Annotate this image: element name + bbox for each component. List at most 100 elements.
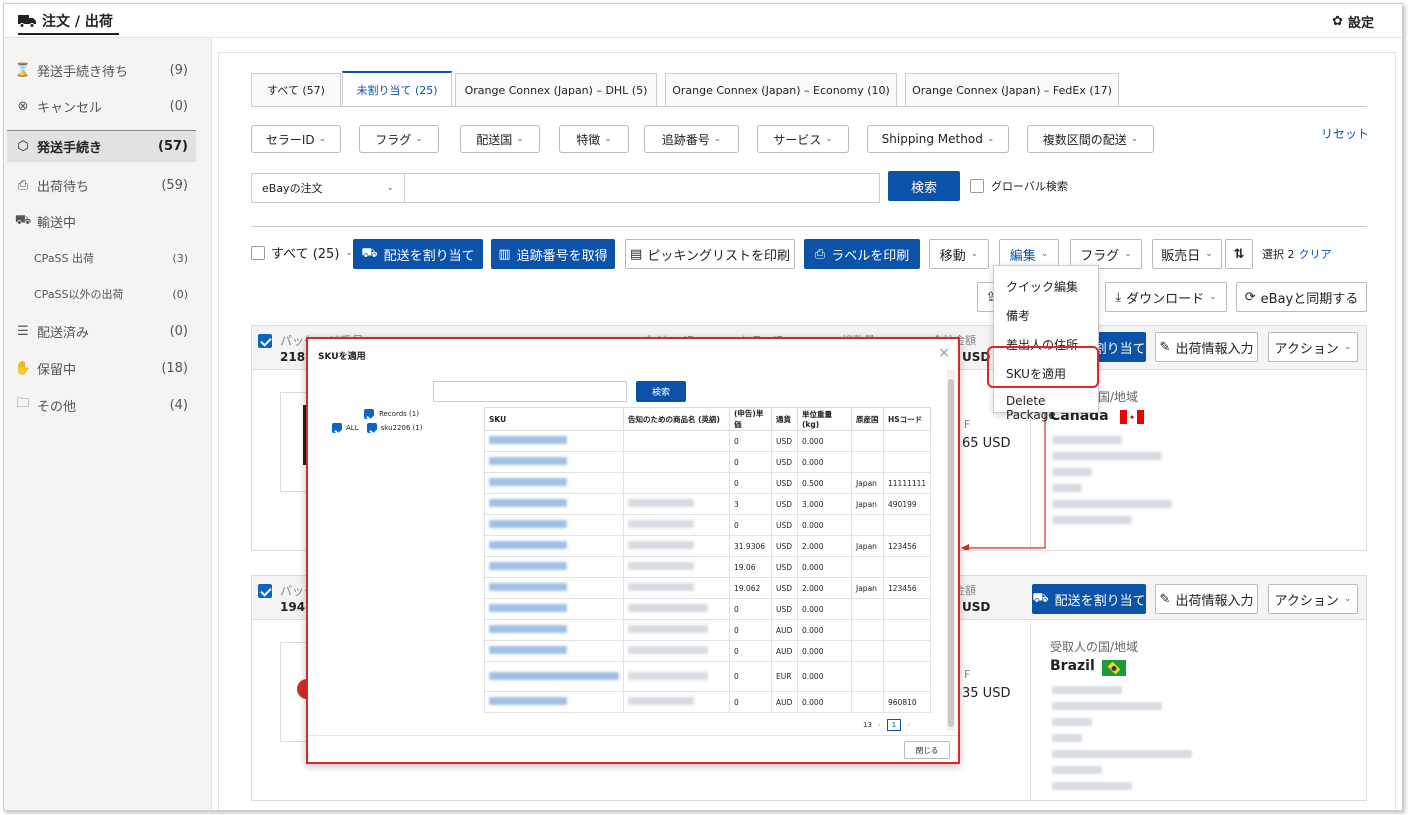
tab-all[interactable]: すべて (57) xyxy=(251,73,341,106)
get-tracking-button[interactable]: ▥ 追跡番号を取得 xyxy=(491,239,615,269)
prev-page-icon[interactable]: ‹ xyxy=(878,721,881,729)
sidebar-item-cpass[interactable]: CPaSS 出荷 (3) xyxy=(34,245,196,271)
scrollbar[interactable] xyxy=(947,369,955,731)
menu-item-notes[interactable]: 備考 xyxy=(1006,307,1030,324)
close-button[interactable]: 閉じる xyxy=(904,741,950,759)
filter-country[interactable]: 配送国 ⌄ xyxy=(460,125,540,153)
sku-cell[interactable] xyxy=(484,691,624,713)
close-icon[interactable]: × xyxy=(938,345,950,361)
redacted-sku[interactable] xyxy=(489,562,567,570)
download-dropdown[interactable]: ⤓ ダウンロード ⌄ xyxy=(1105,282,1227,312)
reset-link[interactable]: リセット xyxy=(1321,125,1369,142)
filter-tracking[interactable]: 追跡番号 ⌄ xyxy=(644,125,739,153)
search-type-select[interactable]: eBayの注文 ⌄ xyxy=(251,173,405,203)
table-row[interactable]: 19.06 USD 0.000 xyxy=(484,556,932,578)
shipping-info-button[interactable]: ✎ 出荷情報入力 xyxy=(1155,584,1258,614)
page-number[interactable]: 1 xyxy=(886,719,902,731)
redacted-sku[interactable] xyxy=(489,646,567,654)
sidebar-item-cancel[interactable]: ⊗ キャンセル (0) xyxy=(7,91,196,121)
sku-cell[interactable] xyxy=(484,577,624,599)
sku-cell[interactable] xyxy=(484,514,624,536)
table-row[interactable]: 3 USD 3.000 Japan 490199 xyxy=(484,493,932,515)
sku-cell[interactable] xyxy=(484,430,624,452)
scrollbar-thumb[interactable] xyxy=(948,379,954,727)
print-picking-button[interactable]: ▤ ピッキングリストを印刷 xyxy=(625,239,795,269)
table-row[interactable]: 0 AUD 0.000 960810 xyxy=(484,691,932,713)
search-input[interactable] xyxy=(404,173,880,203)
sku-cell[interactable] xyxy=(484,661,624,692)
table-row[interactable]: 31.9306 USD 2.000 Japan 123456 xyxy=(484,535,932,557)
global-search-checkbox[interactable]: グローバル検索 xyxy=(970,178,1068,194)
redacted-sku[interactable] xyxy=(489,478,567,486)
sku-cell[interactable] xyxy=(484,493,624,515)
sidebar-item-noncpass[interactable]: CPaSS以外の出荷 (0) xyxy=(34,281,196,307)
table-row[interactable]: 0 AUD 0.000 xyxy=(484,640,932,662)
tab-dhl[interactable]: Orange Connex (Japan) – DHL (5) xyxy=(455,73,657,106)
redacted-sku[interactable] xyxy=(489,457,567,465)
table-row[interactable]: 0 USD 0.000 xyxy=(484,514,932,536)
checkbox[interactable] xyxy=(970,179,984,193)
redacted-sku[interactable] xyxy=(489,671,619,680)
sku-cell[interactable] xyxy=(484,556,624,578)
settings-button[interactable]: ✿ 設定 xyxy=(1332,12,1374,31)
clear-link[interactable]: クリア xyxy=(1299,246,1332,262)
search-button[interactable]: 検索 xyxy=(888,171,960,201)
tree-records[interactable]: Records (1) xyxy=(364,409,419,419)
table-row[interactable]: 0 USD 0.000 xyxy=(484,430,932,452)
table-row[interactable]: 0 USD 0.000 xyxy=(484,598,932,620)
filter-service[interactable]: サービス ⌄ xyxy=(757,125,849,153)
filter-flag[interactable]: フラグ ⌄ xyxy=(359,125,439,153)
tree-checkbox[interactable] xyxy=(366,423,377,433)
sku-cell[interactable] xyxy=(484,535,624,557)
filter-multileg[interactable]: 複数区間の配送 ⌄ xyxy=(1027,125,1154,153)
filter-seller[interactable]: セラーID ⌄ xyxy=(251,125,341,153)
sale-date-dropdown[interactable]: 販売日 ⌄ xyxy=(1152,239,1222,269)
sidebar-item-processing[interactable]: ⬡ 発送手続き (57) xyxy=(7,130,196,162)
sku-cell[interactable] xyxy=(484,619,624,641)
action-dropdown[interactable]: アクション ⌄ xyxy=(1268,584,1358,614)
sidebar-item-hold[interactable]: ✋ 保留中 (18) xyxy=(7,353,196,383)
sku-cell[interactable] xyxy=(484,640,624,662)
chevron-down-icon[interactable]: ⌄ xyxy=(345,248,353,258)
assign-shipping-button[interactable]: ⛟ 配送を割り当て xyxy=(353,239,483,269)
assign-shipping-button[interactable]: ⛟ 配送を割り当て xyxy=(1032,584,1146,614)
select-all-checkbox[interactable] xyxy=(251,245,265,260)
filter-feature[interactable]: 特徴 ⌄ xyxy=(559,125,629,153)
package-checkbox[interactable] xyxy=(258,334,272,348)
shipping-info-button[interactable]: ✎ 出荷情報入力 xyxy=(1155,332,1258,362)
sidebar-item-other[interactable]: 🗀 その他 (4) xyxy=(7,390,196,420)
menu-item-quick-edit[interactable]: クイック編集 xyxy=(1006,278,1078,295)
tree-checkbox[interactable] xyxy=(364,409,374,419)
redacted-sku[interactable] xyxy=(489,697,567,705)
redacted-sku[interactable] xyxy=(489,436,567,444)
page-title[interactable]: 注文 / 出荷 xyxy=(18,9,119,35)
table-row[interactable]: 0 USD 0.500 Japan 11111111 xyxy=(484,472,932,494)
ebay-sync-button[interactable]: ⟳ eBayと同期する xyxy=(1236,282,1367,312)
filter-shipping-method[interactable]: Shipping Method ⌄ xyxy=(867,125,1009,153)
table-row[interactable]: 19.062 USD 2.000 Japan 123456 xyxy=(484,577,932,599)
next-page-icon[interactable]: › xyxy=(907,721,910,729)
table-row[interactable]: 0 AUD 0.000 xyxy=(484,619,932,641)
tree-all[interactable]: ALL sku2206 (1) xyxy=(332,423,422,433)
sidebar-item-transit[interactable]: ⛟ 輸送中 xyxy=(7,206,196,236)
sku-cell[interactable] xyxy=(484,472,624,494)
table-row[interactable]: 0 EUR 0.000 xyxy=(484,661,932,692)
redacted-sku[interactable] xyxy=(489,625,567,633)
sku-search-button[interactable]: 検索 xyxy=(636,381,686,402)
tab-unassigned[interactable]: 未割り当て (25) xyxy=(342,71,452,107)
redacted-sku[interactable] xyxy=(489,541,567,549)
select-all[interactable]: すべて (25) ⌄ xyxy=(251,243,353,262)
sku-cell[interactable] xyxy=(484,598,624,620)
move-dropdown[interactable]: 移動 ⌄ xyxy=(929,239,989,269)
tab-fedex[interactable]: Orange Connex (Japan) – FedEx (17) xyxy=(905,73,1119,106)
tab-economy[interactable]: Orange Connex (Japan) – Economy (10) xyxy=(665,73,897,106)
redacted-sku[interactable] xyxy=(489,520,567,528)
tree-checkbox[interactable] xyxy=(332,423,342,433)
action-dropdown[interactable]: アクション ⌄ xyxy=(1268,332,1358,362)
redacted-sku[interactable] xyxy=(489,583,567,591)
menu-item-delete-package[interactable]: Delete Package xyxy=(1006,394,1098,422)
redacted-sku[interactable] xyxy=(489,604,567,612)
redacted-sku[interactable] xyxy=(489,499,567,507)
sidebar-item-awaiting[interactable]: ⌛ 発送手続き待ち (9) xyxy=(7,55,196,85)
package-checkbox[interactable] xyxy=(258,584,272,598)
